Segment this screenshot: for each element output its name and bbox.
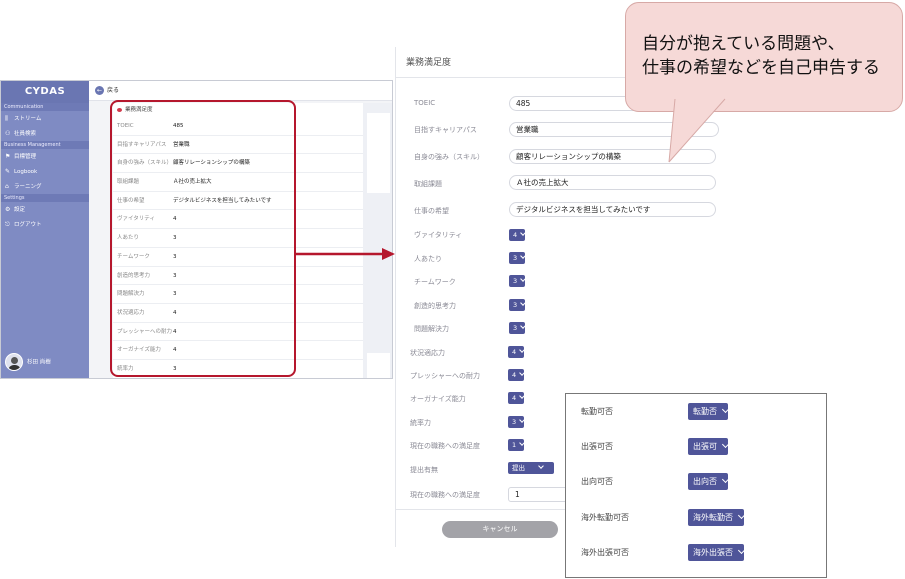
toeic-label: TOEIC [414, 99, 436, 107]
secondment-label: 出向可否 [581, 477, 613, 486]
sidebar-item-settings[interactable]: ⚙ 設定 [1, 202, 89, 217]
flag-icon: ⚑ [5, 153, 11, 160]
stream-icon: ⫼ [5, 115, 8, 122]
chevron-down-icon [520, 253, 526, 259]
leadership-label: 統率力 [410, 419, 431, 427]
section-communication: Communication [1, 103, 89, 111]
brand-logo: CYDAS [1, 81, 89, 103]
secondment-select[interactable]: 出向否 [688, 473, 730, 490]
task-label: 取組課題 [414, 180, 442, 188]
wish-label: 仕事の希望 [414, 207, 449, 215]
sidebar-item-logbook[interactable]: ✎ Logbook [1, 164, 89, 179]
overseas-transfer-select[interactable]: 海外転勤否 [688, 509, 746, 526]
cancel-button[interactable]: キャンセル [442, 521, 558, 538]
sidebar-item-logout[interactable]: ⎋ ログアウト [1, 217, 89, 232]
organize-label: オーガナイズ能力 [410, 395, 466, 403]
teamwork-label: チームワーク [414, 278, 456, 286]
pressure-select[interactable]: 4 [508, 369, 525, 381]
organize-select[interactable]: 4 [508, 392, 525, 404]
strength-label: 自身の強み（スキル） [414, 153, 484, 161]
transfer-label: 転勤可否 [581, 407, 613, 416]
adapt-label: 状況適応力 [410, 349, 445, 357]
section-business: Business Management [1, 141, 89, 149]
vitality-label: ヴァイタリティ [414, 231, 463, 239]
chevron-down-icon [519, 347, 525, 353]
chevron-down-icon [519, 370, 525, 376]
problem-label: 問題解決力 [414, 325, 449, 333]
manner-label: 人あたり [414, 255, 442, 263]
chevron-down-icon [519, 440, 525, 446]
trip-label: 出張可否 [581, 442, 613, 451]
chevron-down-icon [721, 475, 730, 484]
chevron-down-icon [519, 417, 525, 423]
callout-line-2: 仕事の希望などを自己申告する [642, 58, 880, 78]
topbar: ← 戻る [89, 81, 392, 101]
back-button[interactable]: ← 戻る [95, 86, 119, 95]
vitality-select[interactable]: 4 [509, 229, 526, 241]
side-panel-block [367, 353, 390, 378]
chevron-down-icon [721, 440, 730, 449]
satisfaction2-label: 現在の職務への満足度 [410, 491, 480, 499]
learning-icon: ⌂ [5, 183, 9, 190]
problem-select[interactable]: 3 [509, 322, 526, 334]
chevron-down-icon [520, 300, 526, 306]
creative-label: 創造的思考力 [414, 302, 456, 310]
overseas-trip-select[interactable]: 海外出張否 [688, 544, 746, 561]
back-arrow-icon: ← [95, 86, 104, 95]
user-profile[interactable]: 杉田 尚樹 [5, 353, 51, 372]
satisfaction-select[interactable]: 1 [508, 439, 525, 451]
callout-line-1: 自分が抱えている問題や、 [642, 34, 845, 54]
chevron-down-icon [538, 463, 544, 469]
availability-panel: 転勤可否 転勤否 出張可否 出張可 出向可否 出向否 海外転勤可否 海外転勤否 … [565, 393, 827, 578]
people-search-icon: ⚇ [5, 130, 11, 137]
chevron-down-icon [737, 511, 746, 520]
creative-select[interactable]: 3 [509, 299, 526, 311]
satisfaction2-input[interactable]: 1 [508, 487, 568, 502]
wish-input[interactable]: デジタルビジネスを担当してみたいです [509, 202, 716, 217]
sidebar-item-goals[interactable]: ⚑ 目標管理 [1, 149, 89, 164]
logout-icon: ⎋ [5, 221, 10, 228]
trip-select[interactable]: 出張可 [688, 438, 730, 455]
manner-select[interactable]: 3 [509, 252, 526, 264]
chevron-down-icon [520, 230, 526, 236]
overseas-transfer-label: 海外転勤可否 [581, 513, 629, 522]
arrow-icon [296, 248, 395, 260]
callout-text: 自分が抱えている問題や、 仕事の希望などを自己申告する [642, 32, 902, 80]
satisfaction-label: 現在の職務への満足度 [410, 442, 480, 450]
sidebar: CYDAS Communication ⫼ ストリーム ⚇ 社員検索 Busines… [1, 81, 89, 378]
gear-icon: ⚙ [5, 206, 11, 213]
avatar [5, 353, 23, 371]
form-title: 業務満足度 [406, 58, 452, 68]
chevron-down-icon [737, 546, 746, 555]
side-panel-block [367, 113, 390, 193]
pressure-label: プレッシャーへの耐力 [410, 372, 480, 380]
chevron-down-icon [519, 393, 525, 399]
chevron-down-icon [520, 323, 526, 329]
overseas-trip-label: 海外出張可否 [581, 548, 629, 557]
highlight-frame [110, 100, 296, 377]
chevron-down-icon [721, 405, 730, 414]
side-panel [363, 103, 392, 378]
teamwork-select[interactable]: 3 [509, 275, 526, 287]
leadership-select[interactable]: 3 [508, 416, 525, 428]
sidebar-item-stream[interactable]: ⫼ ストリーム [1, 111, 89, 126]
career-label: 目指すキャリアパス [414, 126, 477, 134]
task-input[interactable]: Ａ社の売上拡大 [509, 175, 716, 190]
sidebar-item-learning[interactable]: ⌂ ラーニング [1, 179, 89, 194]
sidebar-item-employee-search[interactable]: ⚇ 社員検索 [1, 126, 89, 141]
chevron-down-icon [520, 276, 526, 282]
section-settings: Settings [1, 194, 89, 202]
callout-tail [668, 98, 726, 163]
attendance-label: 提出有無 [410, 466, 438, 474]
adapt-select[interactable]: 4 [508, 346, 525, 358]
transfer-select[interactable]: 転勤否 [688, 403, 730, 420]
logbook-icon: ✎ [5, 168, 11, 175]
attendance-select[interactable]: 提出 [508, 462, 554, 474]
